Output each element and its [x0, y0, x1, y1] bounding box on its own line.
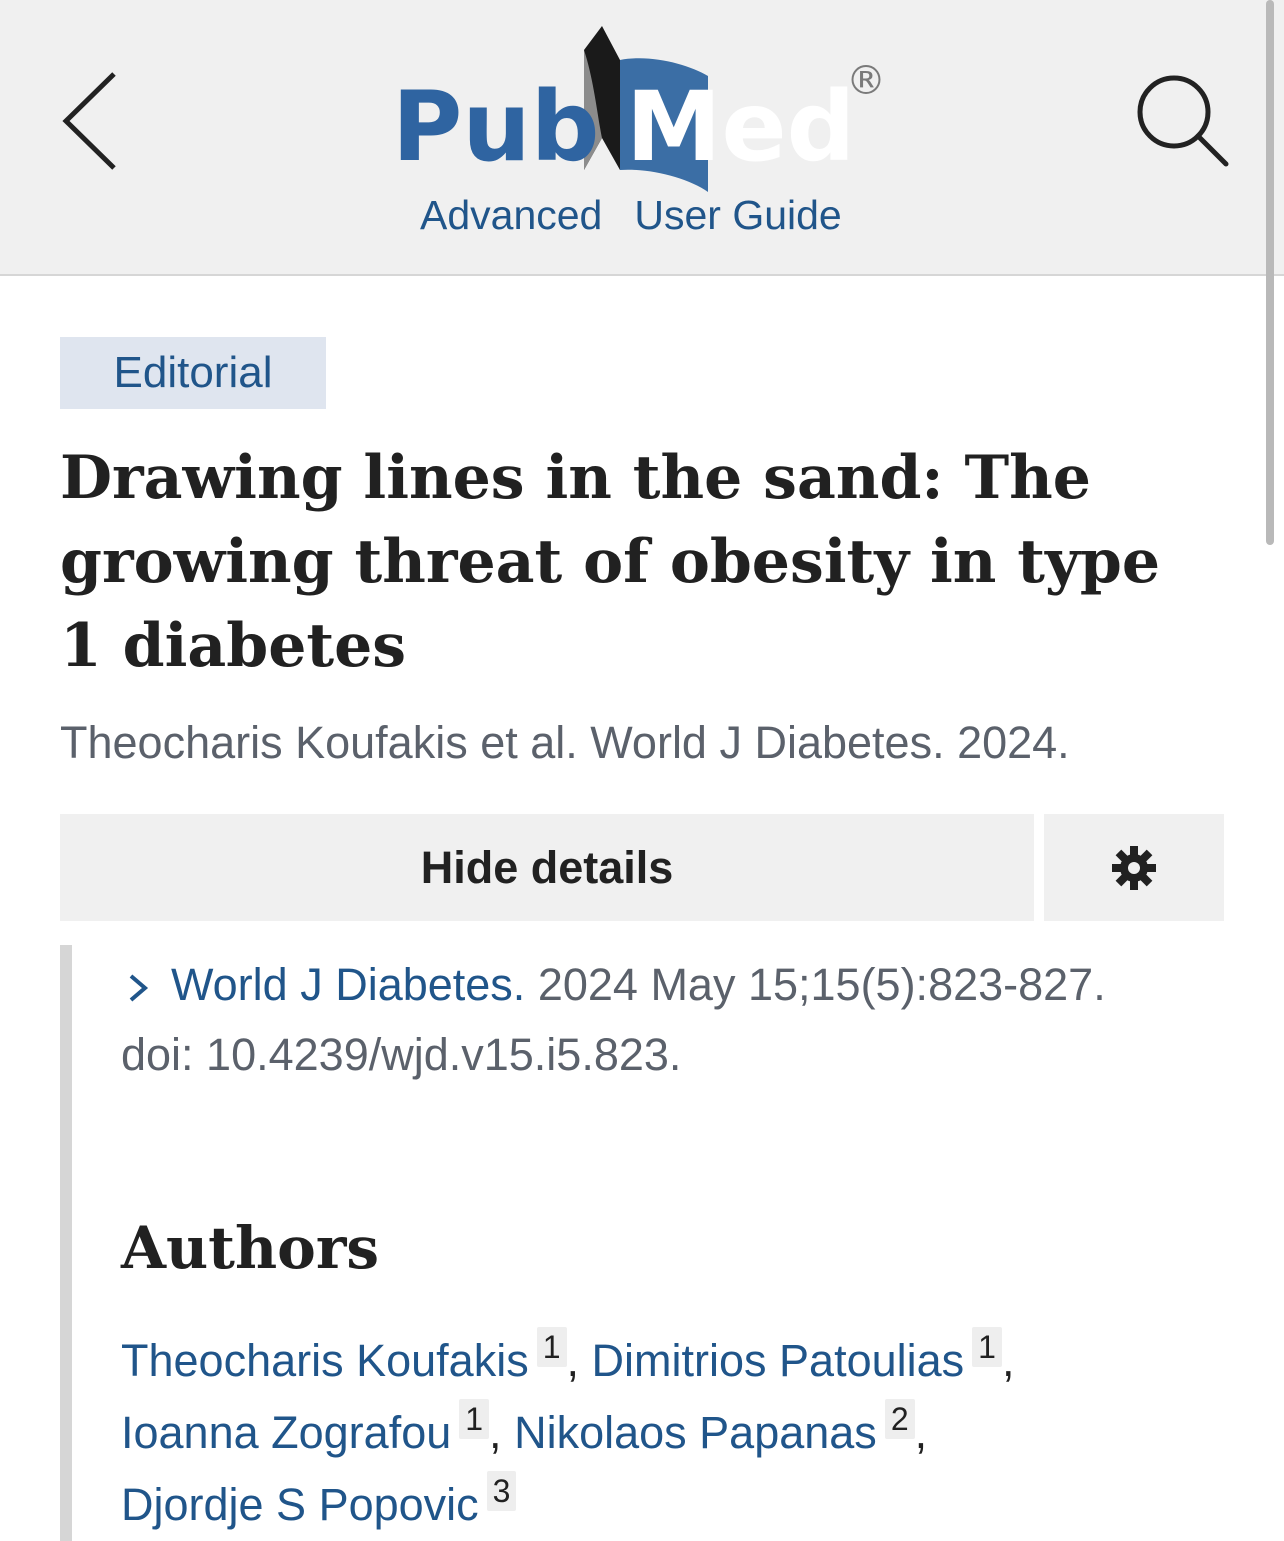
gear-icon [1112, 845, 1156, 890]
author-item: Theocharis Koufakis 1, [121, 1327, 580, 1386]
affiliation-badge[interactable]: 1 [972, 1327, 1002, 1367]
author-item: Nikolaos Papanas 2, [514, 1399, 928, 1458]
author-link[interactable]: Dimitrios Patoulias [592, 1335, 965, 1386]
journal-issue: 2024 May 15;15(5):823-827. [537, 959, 1106, 1010]
short-citation: Theocharis Koufakis et al. World J Diabe… [60, 717, 1070, 768]
author-link[interactable]: Djordje S Popovic [121, 1479, 479, 1530]
author-link[interactable]: Ioanna Zografou [121, 1407, 451, 1458]
article-type-badge: Editorial [60, 337, 326, 409]
logo-text-med: Med [626, 71, 855, 183]
scrollbar[interactable] [1266, 0, 1274, 545]
registered-mark: ® [846, 58, 886, 104]
author-link[interactable]: Nikolaos Papanas [514, 1407, 877, 1458]
author-item: Ioanna Zografou 1, [121, 1399, 502, 1458]
author-item: Dimitrios Patoulias 1, [591, 1327, 1015, 1386]
article-title: Drawing lines in the sand: The growing t… [60, 443, 1161, 681]
affiliation-badge[interactable]: 1 [459, 1399, 490, 1439]
chevron-right-icon[interactable] [121, 973, 155, 1003]
doi-text: doi: 10.4239/wjd.v15.i5.823. [121, 1029, 682, 1080]
authors-list: Theocharis Koufakis 1, Dimitrios Patoulia… [121, 1325, 1241, 1541]
author-item: Djordje S Popovic 3 [121, 1471, 517, 1530]
author-link[interactable]: Theocharis Koufakis [121, 1335, 529, 1386]
back-button[interactable] [52, 66, 132, 176]
affiliation-badge[interactable]: 3 [486, 1471, 517, 1511]
details-accent-bar [60, 945, 72, 1541]
chevron-left-icon [62, 72, 116, 170]
affiliation-badge[interactable]: 1 [536, 1327, 567, 1367]
hide-details-button[interactable]: Hide details [60, 814, 1034, 921]
search-button[interactable] [1128, 66, 1238, 176]
logo-text-pub: Pub [392, 71, 599, 183]
app-header: Pub Med ® Advanced User Guide [0, 0, 1284, 276]
user-guide-link[interactable]: User Guide [634, 192, 841, 242]
display-settings-button[interactable] [1044, 814, 1224, 921]
advanced-search-link[interactable]: Advanced [420, 192, 602, 242]
pubmed-logo[interactable]: Pub Med ® [388, 20, 898, 195]
search-icon [1137, 75, 1229, 167]
journal-citation: World J Diabetes. 2024 May 15;15(5):823-… [121, 950, 1241, 1090]
authors-heading: Authors [121, 1214, 380, 1282]
affiliation-badge[interactable]: 2 [884, 1399, 915, 1439]
journal-link[interactable]: World J Diabetes. [171, 959, 525, 1010]
header-links: Advanced User Guide [420, 192, 842, 242]
